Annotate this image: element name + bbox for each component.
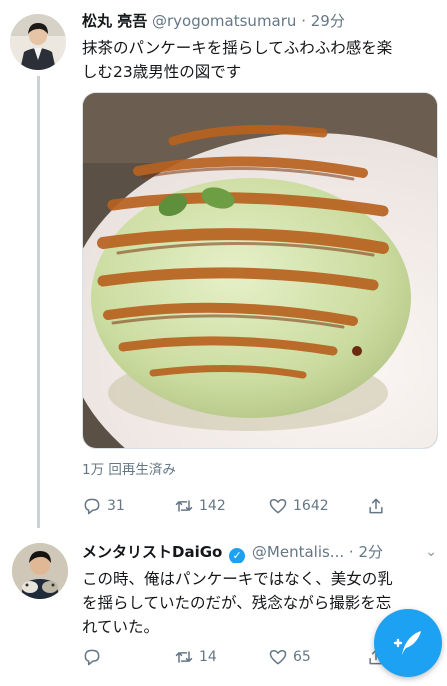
tweet-text-line: しむ23歳男性の図です <box>82 63 242 81</box>
action-bar: 31 142 1642 <box>82 494 402 518</box>
view-count: 1万 回再生済み <box>82 462 176 478</box>
like-icon <box>269 650 287 665</box>
tweet-text-line: を揺らしていたのだが、残念ながら撮影を忘 <box>82 594 392 612</box>
timestamp[interactable]: 2分 <box>358 543 383 561</box>
compose-tweet-button[interactable] <box>374 609 442 677</box>
retweet-count: 14 <box>199 649 217 665</box>
tweet-media-video[interactable] <box>82 92 438 449</box>
tweet-header: メンタリストDaiGo ✓ @Mentalis... · 2分 ⌄ <box>82 541 437 563</box>
retweet-button[interactable]: 14 <box>174 645 217 669</box>
pancake-photo <box>83 93 437 448</box>
tweet-item[interactable]: 松丸 亮吾 @ryogomatsumaru · 29分 抹茶のパンケーキを揺らし… <box>0 0 447 528</box>
timestamp[interactable]: 29分 <box>311 12 345 30</box>
reply-count: 31 <box>107 498 125 514</box>
share-button[interactable] <box>366 494 391 518</box>
tweet-text-line: この時、俺はパンケーキではなく、美女の乳 <box>82 570 393 588</box>
thread-connector <box>37 76 40 528</box>
like-button[interactable]: 65 <box>268 645 311 669</box>
tweet-text: 抹茶のパンケーキを揺らしてふわふわ感を楽 しむ23歳男性の図です <box>82 36 432 84</box>
avatar[interactable] <box>10 14 66 70</box>
reply-button[interactable] <box>82 645 107 669</box>
user-handle[interactable]: @ryogomatsumaru <box>152 12 296 30</box>
like-icon <box>269 499 287 514</box>
share-icon <box>369 498 383 514</box>
retweet-icon <box>175 500 193 512</box>
display-name[interactable]: 松丸 亮吾 <box>82 12 147 30</box>
avatar[interactable] <box>12 543 68 599</box>
verified-icon: ✓ <box>229 548 246 563</box>
compose-icon <box>393 631 421 655</box>
like-count: 1642 <box>293 498 329 514</box>
action-bar: 14 65 <box>82 645 402 669</box>
like-button[interactable]: 1642 <box>268 494 329 518</box>
separator: · <box>301 12 306 30</box>
separator: · <box>348 543 354 561</box>
tweet-header: 松丸 亮吾 @ryogomatsumaru · 29分 <box>82 10 437 32</box>
tweet-text-line: 抹茶のパンケーキを揺らしてふわふわ感を楽 <box>82 39 393 57</box>
user-handle[interactable]: @Mentalis... <box>252 543 344 561</box>
retweet-icon <box>175 651 193 663</box>
like-count: 65 <box>293 649 311 665</box>
reply-icon <box>84 498 100 515</box>
retweet-button[interactable]: 142 <box>174 494 226 518</box>
chevron-down-icon[interactable]: ⌄ <box>425 541 437 563</box>
reply-button[interactable]: 31 <box>82 494 125 518</box>
reply-icon <box>84 649 100 666</box>
display-name[interactable]: メンタリストDaiGo <box>82 543 222 561</box>
retweet-count: 142 <box>199 498 226 514</box>
